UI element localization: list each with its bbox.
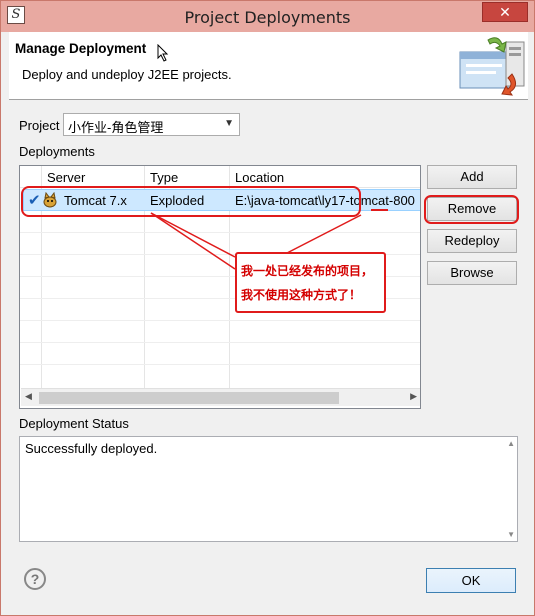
annotation-line-2: 我不使用这种方式了！ xyxy=(241,288,362,302)
project-deployments-dialog: S Project Deployments ✕ Manage Deploymen… xyxy=(0,0,535,616)
annotation-line-1: 我一处已经发布的项目， xyxy=(241,264,374,278)
annotation-note: 我一处已经发布的项目， 我不使用这种方式了！ xyxy=(235,252,386,313)
